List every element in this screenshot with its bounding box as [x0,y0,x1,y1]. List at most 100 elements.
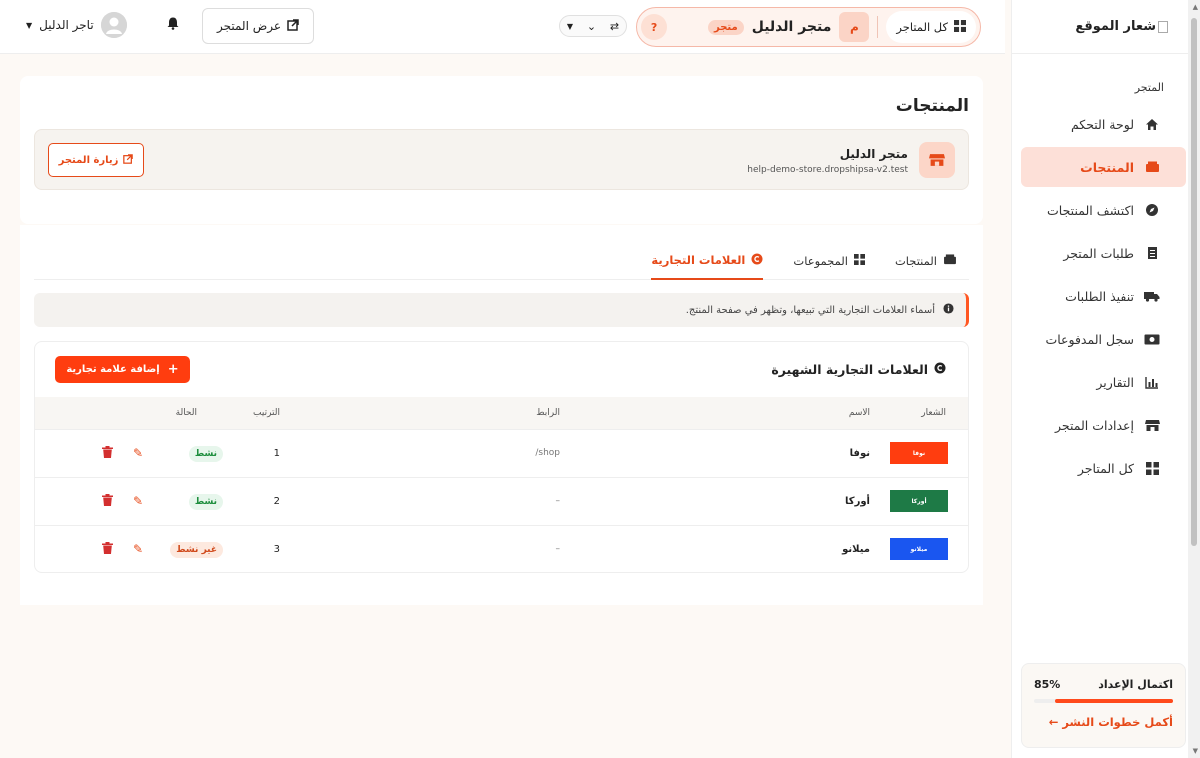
status-badge: نشط [188,493,223,510]
sidebar-item-dashboard[interactable]: لوحة التحكم [1021,104,1186,144]
scroll-down-arrow-icon[interactable]: ▼ [1193,747,1198,755]
trash-icon[interactable] [101,445,113,461]
avatar [100,12,127,38]
user-menu[interactable]: تاجر الدليل ▼ [26,12,127,38]
sidebar-item-products[interactable]: المنتجات [1021,147,1186,187]
money-icon [1144,334,1160,345]
brand-order: 2 [273,495,280,507]
help-button[interactable]: ? [641,14,667,40]
col-header-link: الرابط [536,407,560,418]
sidebar-item-discover[interactable]: اكتشف المنتجات [1021,190,1186,230]
view-store-button[interactable]: عرض المتجر [202,8,314,44]
setup-progress-bar [1034,699,1173,703]
brand-logo: أوركا [890,490,948,512]
add-brand-label: إضافة علامة تجارية [66,364,160,375]
sidebar-item-label: سجل المدفوعات [1045,331,1134,347]
table-header-row: الشعار الاسم الرابط الترتيب الحالة [35,397,968,429]
scrollbar-thumb[interactable] [1191,18,1197,546]
col-header-name: الاسم [848,407,870,418]
edit-icon[interactable]: ✎ [133,446,143,460]
boxes-icon [943,254,957,268]
brand-link: shop/ [535,448,560,458]
tab-collections[interactable]: المجموعات [793,242,865,280]
status-badge: غير نشط [170,541,223,558]
tab-label: المجموعات [793,254,848,268]
all-stores-button[interactable]: كل المتاجر [886,11,976,43]
pill-divider [877,16,879,38]
col-header-actions [35,397,143,429]
store-initial-badge: م [839,12,870,42]
broken-image-icon [1158,20,1168,33]
setup-progress-percent: 85% [1034,678,1061,691]
status-badge: نشط [188,445,223,462]
brands-title-text: العلامات التجارية الشهيرة [771,362,928,377]
visit-store-button[interactable]: زيارة المتجر [48,143,144,177]
page-title: المنتجات [895,96,969,116]
trash-icon[interactable] [101,493,113,509]
sidebar-item-label: اكتشف المنتجات [1047,202,1134,218]
sidebar-item-orders[interactable]: طلبات المتجر [1021,233,1186,273]
sidebar-item-label: المنتجات [1080,159,1134,175]
edit-icon[interactable]: ✎ [133,494,143,508]
brands-content: المنتجات المجموعات العلامات التجارية أسم… [20,225,983,605]
info-icon [943,303,954,317]
store-switch-dropdown[interactable]: ⇄ ⌄ ▼ [559,15,627,37]
bell-icon[interactable] [167,17,179,34]
topbar: كل المتاجر م متجر الدليل متجر ? ⇄ ⌄ ▼ عر… [0,0,1005,54]
sidebar-item-label: لوحة التحكم [1070,116,1134,132]
tab-products[interactable]: المنتجات [895,242,957,280]
sidebar-item-fulfillment[interactable]: تنفيذ الطلبات [1021,276,1186,316]
sidebar-item-label: كل المتاجر [1077,460,1134,476]
site-logo[interactable]: شعار الموقع [1012,0,1188,54]
store-icon [919,142,955,178]
brands-info-alert: أسماء العلامات التجارية التي تبيعها، وتظ… [34,293,969,327]
grid-icon [1144,461,1160,475]
store-info-name: متجر الدليل [839,147,908,161]
store-info-box: متجر الدليل help-demo-store.dropshipsa-v… [34,129,969,190]
swap-arrows-icon: ⇄ [609,19,620,33]
tab-label: العلامات التجارية [651,253,746,267]
site-logo-text: شعار الموقع [1075,19,1156,34]
sidebar-item-payments[interactable]: سجل المدفوعات [1021,319,1186,359]
info-text: أسماء العلامات التجارية التي تبيعها، وتظ… [685,304,935,316]
brands-table: الشعار الاسم الرابط الترتيب الحالة نوفا … [35,397,968,572]
truck-icon [1144,290,1160,302]
page-scrollbar[interactable]: ▲ ▼ [1188,0,1200,758]
home-icon [1144,118,1160,131]
receipt-icon [1144,246,1160,260]
external-link-icon [287,18,299,34]
chevron-down-icon: ⌄ [586,19,597,33]
caret-down-icon: ▼ [26,20,33,30]
brand-logo: ميلانو [890,538,948,561]
table-row: نوفا نوفا shop/ 1 نشط ✎ [35,429,968,477]
brand-name: ميلانو [842,543,870,555]
grid-icon [853,254,865,268]
boxes-icon [1144,161,1160,173]
store-icon [1144,419,1160,432]
brand-link: – [555,496,561,506]
brand-order: 1 [273,447,280,459]
sidebar-section-label: المتجر [1134,81,1164,94]
complete-publish-steps-link[interactable]: أكمل خطوات النشر ← [1034,715,1173,729]
brand-name: نوفا [849,447,870,459]
current-store-name[interactable]: متجر الدليل [752,19,832,35]
brand-order: 3 [273,543,280,555]
tab-brands[interactable]: العلامات التجارية [651,242,764,280]
sidebar-item-reports[interactable]: التقارير [1021,362,1186,402]
all-stores-label: كل المتاجر [896,20,948,34]
edit-icon[interactable]: ✎ [133,542,143,556]
sidebar-item-all-stores[interactable]: كل المتاجر [1021,448,1186,488]
user-name: تاجر الدليل [39,18,94,32]
scroll-up-arrow-icon[interactable]: ▲ [1193,3,1198,11]
sidebar-item-label: تنفيذ الطلبات [1065,288,1134,304]
setup-progress-card: اكتمال الإعداد 85% أكمل خطوات النشر ← [1021,663,1186,748]
sidebar: شعار الموقع المتجر لوحة التحكم المنتجات … [1011,0,1188,758]
sidebar-item-store-settings[interactable]: إعدادات المتجر [1021,405,1186,445]
trash-icon[interactable] [101,541,113,557]
copyright-icon [751,253,763,268]
col-header-order: الترتيب [253,407,280,418]
brands-table-card: العلامات التجارية الشهيرة + إضافة علامة … [34,341,969,573]
table-row: ميلانو ميلانو – 3 غير نشط ✎ [35,525,968,572]
add-brand-button[interactable]: + إضافة علامة تجارية [55,356,190,383]
setup-progress-label: اكتمال الإعداد [1098,678,1173,691]
